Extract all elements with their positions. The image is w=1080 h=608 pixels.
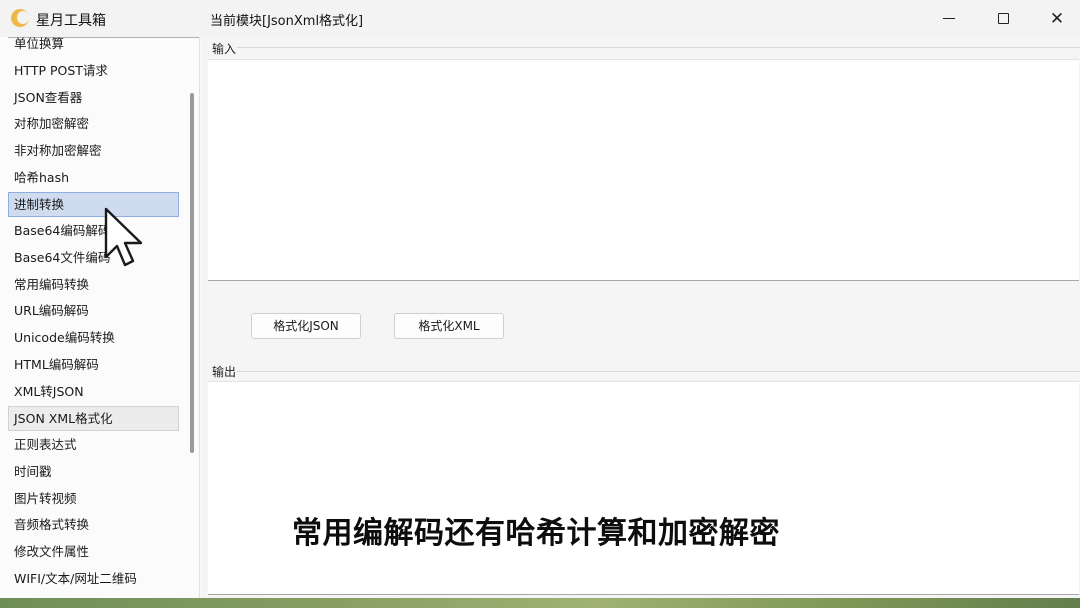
- sidebar-item-base-conversion[interactable]: 进制转换: [8, 192, 179, 217]
- sidebar-scrollbar[interactable]: [190, 93, 194, 453]
- output-textarea[interactable]: [208, 381, 1079, 594]
- sidebar-item-html-codec[interactable]: HTML编码解码: [8, 352, 179, 377]
- format-xml-button[interactable]: 格式化XML: [394, 313, 504, 339]
- minimize-button[interactable]: [922, 0, 976, 37]
- input-group-border: [237, 47, 1080, 48]
- sidebar-item-timestamp[interactable]: 时间戳: [8, 459, 179, 484]
- minimize-icon: [943, 18, 955, 19]
- sidebar-item-xml-to-json[interactable]: XML转JSON: [8, 379, 179, 404]
- sidebar-item-audio-conversion[interactable]: 音频格式转换: [8, 512, 179, 537]
- app-title: 星月工具箱: [36, 13, 106, 29]
- title-bar: 星月工具箱 当前模块[JsonXml格式化] ✕: [0, 0, 1080, 37]
- sidebar-item-base64-file[interactable]: Base64文件编码: [8, 245, 179, 270]
- input-divider: [208, 280, 1079, 281]
- input-group-label: 输入: [212, 42, 237, 56]
- sidebar-item-regex[interactable]: 正则表达式: [8, 432, 179, 457]
- module-title: 当前模块[JsonXml格式化]: [210, 14, 364, 29]
- sidebar-item-symmetric-crypto[interactable]: 对称加密解密: [8, 111, 179, 136]
- maximize-button[interactable]: [976, 0, 1030, 37]
- sidebar-item-common-encoding[interactable]: 常用编码转换: [8, 272, 179, 297]
- desktop-background-strip: [0, 598, 1080, 608]
- sidebar-item-http-post[interactable]: HTTP POST请求: [8, 58, 179, 83]
- output-group-label: 输出: [212, 365, 237, 379]
- sidebar-item-unicode-conversion[interactable]: Unicode编码转换: [8, 325, 179, 350]
- input-textarea[interactable]: [208, 59, 1079, 280]
- sidebar-item-asymmetric-crypto[interactable]: 非对称加密解密: [8, 138, 179, 163]
- crescent-moon-icon: [11, 9, 29, 27]
- sidebar-item-json-xml-format[interactable]: JSON XML格式化: [8, 406, 179, 431]
- close-button[interactable]: ✕: [1030, 0, 1080, 37]
- output-divider: [208, 594, 1079, 595]
- sidebar-item-file-attributes[interactable]: 修改文件属性: [8, 539, 179, 564]
- sidebar-item-qrcode[interactable]: WIFI/文本/网址二维码: [8, 566, 179, 591]
- sidebar-item-unit-conversion[interactable]: 单位换算: [8, 37, 179, 56]
- sidebar-item-hash[interactable]: 哈希hash: [8, 165, 179, 190]
- app-window: 星月工具箱 当前模块[JsonXml格式化] ✕ 单位换算 HTTP POST请…: [0, 0, 1080, 600]
- sidebar-item-image-to-video[interactable]: 图片转视频: [8, 486, 179, 511]
- overlay-caption: 常用编解码还有哈希计算和加密解密: [292, 516, 780, 551]
- format-json-button[interactable]: 格式化JSON: [251, 313, 361, 339]
- maximize-icon: [997, 13, 1009, 24]
- output-group-border: [237, 371, 1080, 372]
- close-icon: ✕: [1049, 8, 1065, 29]
- sidebar: 单位换算 HTTP POST请求 JSON查看器 对称加密解密 非对称加密解密 …: [0, 37, 200, 598]
- sidebar-item-json-viewer[interactable]: JSON查看器: [8, 85, 179, 110]
- mouse-pointer-icon: [104, 207, 143, 267]
- sidebar-item-base64-codec[interactable]: Base64编码解码: [8, 218, 179, 243]
- sidebar-item-url-codec[interactable]: URL编码解码: [8, 298, 179, 323]
